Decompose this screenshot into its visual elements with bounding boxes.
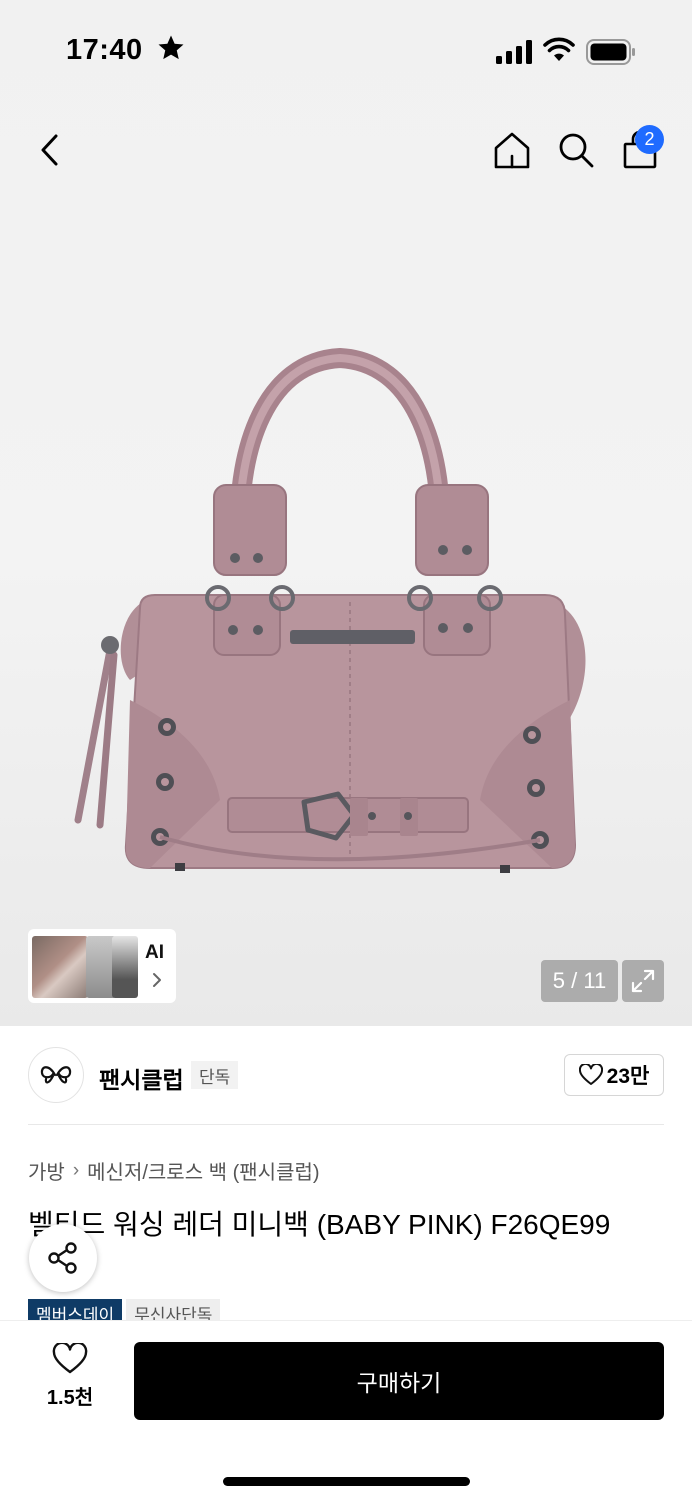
status-time: 17:40 [66,34,143,66]
brand-logo-icon [40,1066,72,1084]
ai-styling-card[interactable]: AI [28,929,176,1003]
divider [28,1124,664,1125]
back-button[interactable] [30,128,70,172]
brand-name[interactable]: 팬시클럽 [99,1061,184,1095]
breadcrumb-separator-icon: › [72,1159,80,1181]
ai-thumbnails [32,932,138,1000]
wifi-icon [543,37,575,61]
bottom-action-bar: 1.5천 구매하기 [0,1320,692,1500]
battery-icon [586,39,635,65]
breadcrumb: 가방 › 메신저/크로스 백 (팬시클럽) [28,1156,320,1185]
brand-like-count: 23만 [606,1065,650,1088]
home-indicator [223,1477,470,1486]
brand-like-button[interactable]: 23만 [564,1054,664,1096]
share-button[interactable] [29,1224,97,1292]
search-button[interactable] [554,127,598,173]
share-icon [48,1242,77,1274]
cart-count-badge: 2 [635,125,664,154]
home-icon [494,132,530,169]
brand-logo[interactable] [28,1047,84,1103]
buy-button[interactable]: 구매하기 [134,1342,664,1420]
brand-row: 팬시클럽 단독 23만 [0,1026,692,1126]
heart-icon [52,1343,88,1374]
ai-thumbnail-3 [112,936,138,998]
product-title: 벨티드 워싱 레더 미니백 (BABY PINK) F26QE99 [28,1209,611,1240]
ai-label: AI [145,942,164,963]
breadcrumb-item-subcategory[interactable]: 메신저/크로스 백 (팬시클럽) [87,1156,319,1185]
chevron-left-icon [41,134,58,166]
ai-thumbnail-1 [32,936,88,998]
wishlist-count: 1.5천 [46,1387,94,1409]
product-gallery[interactable]: 17:40 2 AI 5 / 11 [0,0,692,1026]
product-image[interactable] [60,340,620,900]
star-icon [158,35,184,60]
image-counter: 5 / 11 [541,960,618,1002]
expand-icon [631,969,655,993]
home-button[interactable] [490,127,534,173]
search-icon [559,133,594,168]
expand-button[interactable] [622,960,664,1002]
chevron-right-icon [153,973,161,987]
brand-exclusive-tag: 단독 [191,1061,239,1089]
wishlist-button[interactable]: 1.5천 [30,1343,110,1421]
cellular-signal-icon [496,40,532,64]
heart-icon [578,1064,603,1085]
status-bar: 17:40 [0,0,692,100]
breadcrumb-item-category[interactable]: 가방 [28,1156,65,1185]
